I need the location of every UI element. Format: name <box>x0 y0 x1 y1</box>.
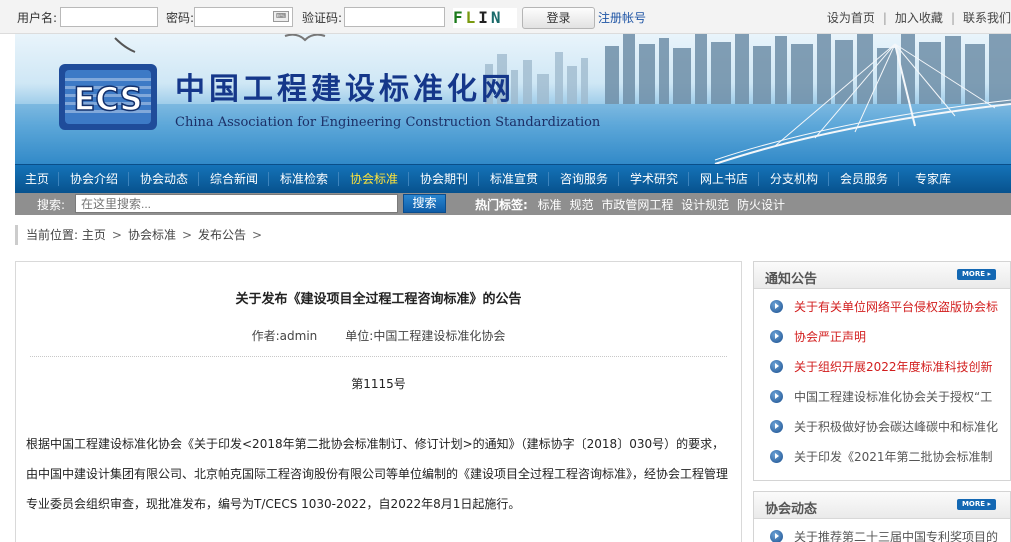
arrow-bullet-icon <box>770 390 783 403</box>
hot-tag[interactable]: 标准 <box>538 198 562 212</box>
hot-tags: 热门标签: 标准 规范 市政管网工程 设计规范 防火设计 <box>475 196 789 213</box>
captcha-image[interactable]: FLIN <box>453 8 517 28</box>
notices-panel: 通知公告 MORE ▸ 关于有关单位网络平台侵权盗版协会标 协会严正声明 关于组… <box>753 261 1011 481</box>
top-links: 设为首页 | 加入收藏 | 联系我们 <box>826 11 1011 25</box>
list-item[interactable]: 关于组织开展2022年度标准科技创新 <box>754 352 1010 382</box>
captcha-input[interactable] <box>344 7 445 27</box>
nav-item-consulting[interactable]: 咨询服务 <box>560 165 608 193</box>
search-label: 搜索: <box>37 198 66 212</box>
breadcrumb-item-standards[interactable]: 协会标准 <box>128 228 176 242</box>
article-author: 作者:admin <box>251 329 318 343</box>
hot-tag[interactable]: 设计规范 <box>681 198 729 212</box>
nav-item-about[interactable]: 协会介绍 <box>70 165 118 193</box>
hot-tag[interactable]: 规范 <box>569 198 593 212</box>
keyboard-icon[interactable]: ⌨ <box>273 11 289 22</box>
announcement-number: 第1115号 <box>351 377 406 391</box>
nav-item-association-standards[interactable]: 协会标准 <box>350 165 398 193</box>
arrow-bullet-icon <box>770 450 783 463</box>
list-item[interactable]: 关于积极做好协会碳达峰碳中和标准化 <box>754 412 1010 442</box>
login-button[interactable]: 登录 <box>522 7 595 29</box>
nav-item-journal[interactable]: 协会期刊 <box>420 165 468 193</box>
article-meta: 作者:admin 单位:中国工程建设标准化协会 <box>16 327 741 344</box>
list-item[interactable]: 关于有关单位网络平台侵权盗版协会标 <box>754 292 1010 322</box>
search-bar: 搜索: 搜索 热门标签: 标准 规范 市政管网工程 设计规范 防火设计 <box>15 193 1011 215</box>
site-banner: ECS 中国工程建设标准化网 China Association for Eng… <box>15 34 1011 164</box>
breadcrumb-prefix: 当前位置: <box>26 228 79 242</box>
nav-item-branches[interactable]: 分支机构 <box>770 165 818 193</box>
username-label: 用户名: <box>17 11 58 25</box>
arrow-bullet-icon <box>770 420 783 433</box>
nav-item-general-news[interactable]: 综合新闻 <box>210 165 258 193</box>
article-unit: 单位:中国工程建设标准化协会 <box>345 329 506 343</box>
breadcrumb: 当前位置: 主页 > 协会标准 > 发布公告 > <box>15 225 1011 245</box>
news-panel: 协会动态 MORE ▸ 关于推荐第二十三届中国专利奖项目的 <box>753 491 1011 542</box>
notices-list: 关于有关单位网络平台侵权盗版协会标 协会严正声明 关于组织开展2022年度标准科… <box>754 289 1010 472</box>
list-item[interactable]: 中国工程建设标准化协会关于授权“工 <box>754 382 1010 412</box>
register-link[interactable]: 注册帐号 <box>598 9 646 26</box>
article-title: 关于发布《建设项目全过程工程咨询标准》的公告 <box>235 292 522 307</box>
article-panel: 关于发布《建设项目全过程工程咨询标准》的公告 作者:admin 单位:中国工程建设… <box>15 261 742 542</box>
divider <box>30 356 727 357</box>
article-paragraph-line: 根据中国工程建设标准化协会《关于印发<2018年第二批协会标准制订、修订计划>的… <box>26 437 725 451</box>
news-title: 协会动态 <box>765 502 818 517</box>
hot-tag[interactable]: 防火设计 <box>737 198 785 212</box>
username-input[interactable] <box>60 7 158 27</box>
notices-more-button[interactable]: MORE ▸ <box>957 269 996 280</box>
contact-us-link[interactable]: 联系我们 <box>963 11 1011 25</box>
news-list: 关于推荐第二十三届中国专利奖项目的 <box>754 519 1010 542</box>
list-item[interactable]: 关于推荐第二十三届中国专利奖项目的 <box>754 522 1010 542</box>
nav-item-home[interactable]: 主页 <box>25 165 49 193</box>
nav-item-experts[interactable]: 专家库 <box>915 165 951 193</box>
arrow-bullet-icon <box>770 300 783 313</box>
list-item[interactable]: 关于印发《2021年第二批协会标准制 <box>754 442 1010 472</box>
arrow-bullet-icon <box>770 360 783 373</box>
captcha-label: 验证码: <box>302 11 343 25</box>
article-paragraph-line: 由中国中建设计集团有限公司、北京帕克国际工程咨询股份有限公司等单位编制的《建设项… <box>26 467 729 481</box>
breadcrumb-item-home[interactable]: 主页 <box>82 228 106 242</box>
nav-item-member-services[interactable]: 会员服务 <box>840 165 888 193</box>
notices-title: 通知公告 <box>765 272 818 287</box>
arrow-bullet-icon <box>770 330 783 343</box>
hot-tag[interactable]: 市政管网工程 <box>601 198 673 212</box>
search-button[interactable]: 搜索 <box>403 194 446 213</box>
ecs-logo: ECS <box>59 64 157 130</box>
arrow-bullet-icon <box>770 530 783 542</box>
search-input[interactable] <box>75 194 398 213</box>
nav-item-standard-search[interactable]: 标准检索 <box>280 165 328 193</box>
article-paragraph-line: 专业委员会组织审查，现批准发布，编号为T/CECS 1030-2022，自202… <box>26 497 521 511</box>
nav-item-research[interactable]: 学术研究 <box>630 165 678 193</box>
site-name-en: China Association for Engineering Constr… <box>175 115 601 130</box>
top-login-bar: 用户名: 密码: ⌨ 验证码: FLIN 登录 注册帐号 设为首页 | 加入收藏 | 联… <box>0 0 1011 34</box>
site-name-cn: 中国工程建设标准化网 <box>175 72 515 107</box>
news-more-button[interactable]: MORE ▸ <box>957 499 996 510</box>
main-nav: 主页 协会介绍 协会动态 综合新闻 标准检索 协会标准 协会期刊 标准宣贯 咨询… <box>15 164 1011 193</box>
set-homepage-link[interactable]: 设为首页 <box>827 11 875 25</box>
svg-text:ECS: ECS <box>74 80 143 118</box>
nav-item-bookstore[interactable]: 网上书店 <box>700 165 748 193</box>
password-label: 密码: <box>166 11 195 25</box>
hot-tags-label: 热门标签: <box>475 198 528 212</box>
nav-item-publicity[interactable]: 标准宣贯 <box>490 165 538 193</box>
list-item[interactable]: 协会严正声明 <box>754 322 1010 352</box>
breadcrumb-item-announcements[interactable]: 发布公告 <box>198 228 246 242</box>
add-favorite-link[interactable]: 加入收藏 <box>895 11 943 25</box>
nav-item-news[interactable]: 协会动态 <box>140 165 188 193</box>
